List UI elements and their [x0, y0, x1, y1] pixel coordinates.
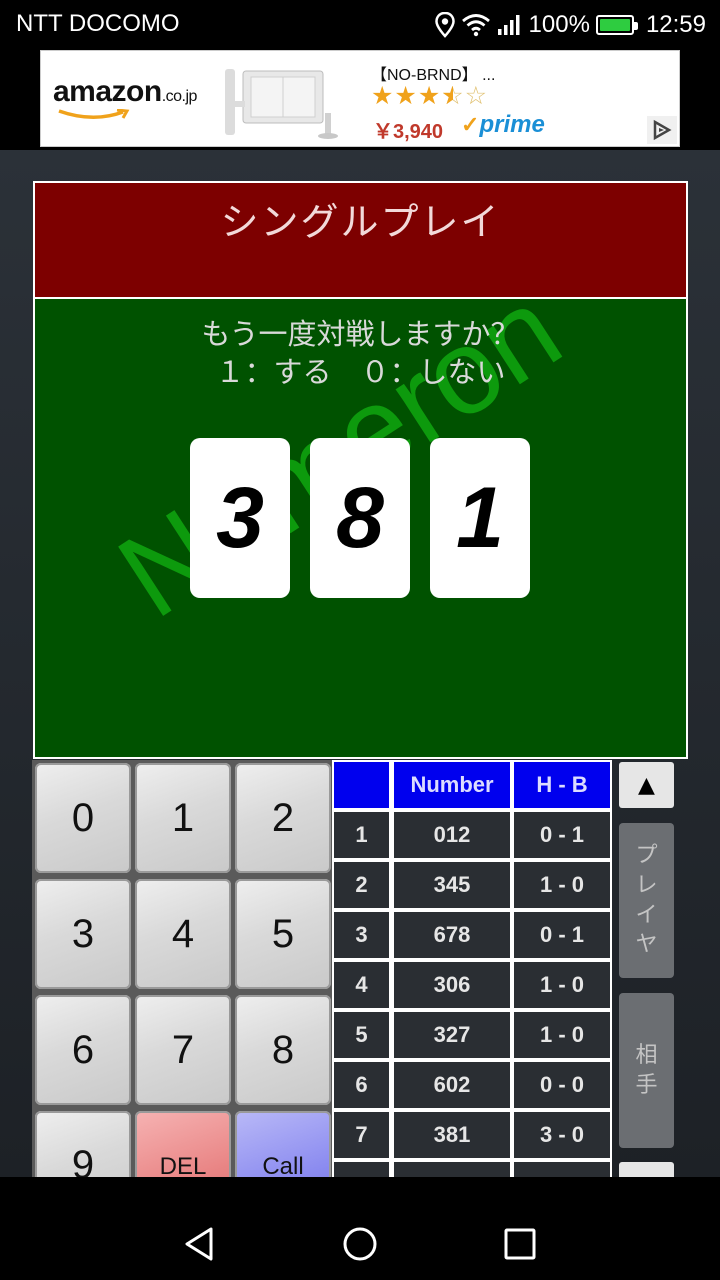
number-card-1: 3	[190, 438, 290, 598]
retry-options: １：する ０：しない	[215, 355, 506, 389]
key-9[interactable]: 9	[35, 1111, 131, 1177]
key-8[interactable]: 8	[235, 995, 331, 1105]
battery-percent: 100%	[528, 11, 590, 38]
amazon-logo: amazon.co.jp	[53, 75, 197, 108]
location-icon	[434, 12, 455, 38]
row-index: 7	[334, 1112, 389, 1158]
navigation-bar	[0, 1208, 720, 1280]
number-card-2: 8	[310, 438, 410, 598]
ad-price: ￥3,940	[373, 121, 444, 143]
row-index: 3	[334, 912, 389, 958]
retry-prompt: もう一度対戦しますか？	[201, 317, 520, 351]
row-index: 6	[334, 1062, 389, 1108]
home-icon[interactable]	[340, 1226, 380, 1262]
adchoices-icon[interactable]	[647, 116, 677, 144]
row-partial	[334, 1162, 389, 1177]
key-5[interactable]: 5	[235, 879, 331, 989]
call-button[interactable]: Call	[235, 1111, 331, 1177]
player-tab[interactable]: プ レ イ ヤ	[619, 823, 674, 978]
row-index: 2	[334, 862, 389, 908]
screen: NTT DOCOMO 100% 12:59 amazon.co.jp 【NO-B…	[0, 0, 720, 1280]
row-hit-blow: 0 - 0	[514, 1062, 610, 1108]
row-hit-blow: 1 - 0	[514, 1012, 610, 1058]
product-image	[225, 69, 338, 139]
row-hit-blow: 0 - 1	[514, 812, 610, 858]
player-tab-char: ヤ	[635, 932, 658, 958]
number-card-3: 1	[430, 438, 530, 598]
scroll-up-button[interactable]: ▲	[619, 762, 674, 808]
row-hit-blow: 0 - 1	[514, 912, 610, 958]
row-hit-blow: 1 - 0	[514, 862, 610, 908]
status-icons: 100% 12:59	[434, 9, 706, 41]
status-bar: NTT DOCOMO 100% 12:59	[0, 0, 720, 50]
row-number: 306	[394, 962, 510, 1008]
row-partial	[514, 1162, 610, 1177]
key-1[interactable]: 1	[135, 763, 231, 873]
table-header-index	[334, 762, 389, 808]
recents-icon[interactable]	[500, 1226, 540, 1262]
ad-banner[interactable]: amazon.co.jp 【NO-BRND】 ... ★★★☆★☆ ￥3,940…	[40, 50, 680, 147]
key-7[interactable]: 7	[135, 995, 231, 1105]
row-number: 345	[394, 862, 510, 908]
key-6[interactable]: 6	[35, 995, 131, 1105]
row-hit-blow: 3 - 0	[514, 1112, 610, 1158]
mode-title-panel: シングルプレイ	[33, 181, 688, 299]
scroll-down-button[interactable]	[619, 1162, 674, 1177]
player-tab-char: レ	[635, 872, 658, 898]
row-index: 5	[334, 1012, 389, 1058]
rating-stars: ★★★☆★☆	[371, 81, 489, 110]
carrier-name: NTT DOCOMO	[16, 10, 180, 37]
row-number: 327	[394, 1012, 510, 1058]
opponent-tab-char: 相	[635, 1042, 658, 1068]
side-controls: ▲ プ レ イ ヤ 相 手	[619, 762, 675, 1177]
key-2[interactable]: 2	[235, 763, 331, 873]
table-header-number: Number	[394, 762, 510, 808]
mode-title: シングルプレイ	[220, 200, 501, 244]
ad-container: amazon.co.jp 【NO-BRND】 ... ★★★☆★☆ ￥3,940…	[0, 50, 720, 150]
game-board: Numeron もう一度対戦しますか？ １：する ０：しない 3 8 1	[33, 299, 688, 759]
prime-badge: ✓prime	[461, 111, 545, 138]
key-4[interactable]: 4	[135, 879, 231, 989]
table-header-hb: H - B	[514, 762, 610, 808]
row-partial	[394, 1162, 510, 1177]
opponent-tab-char: 手	[635, 1072, 658, 1098]
row-hit-blow: 1 - 0	[514, 962, 610, 1008]
player-tab-char: プ	[635, 843, 658, 869]
clock: 12:59	[645, 11, 706, 38]
number-cards: 3 8 1	[190, 438, 530, 598]
player-tab-char: イ	[635, 902, 658, 928]
row-number: 602	[394, 1062, 510, 1108]
number-keypad: 0 1 2 3 4 5 6 7 8 9 DEL Call	[32, 760, 332, 1177]
row-index: 4	[334, 962, 389, 1008]
row-number: 678	[394, 912, 510, 958]
wifi-icon	[461, 14, 490, 37]
back-icon[interactable]	[180, 1226, 220, 1262]
opponent-tab[interactable]: 相 手	[619, 993, 674, 1148]
guess-history-table: Number H - B 1 012 0 - 1 2 345 1 - 0 3 6…	[332, 760, 612, 1177]
row-number: 012	[394, 812, 510, 858]
delete-button[interactable]: DEL	[135, 1111, 231, 1177]
row-index: 1	[334, 812, 389, 858]
battery-icon	[595, 15, 638, 35]
row-number: 381	[394, 1112, 510, 1158]
key-0[interactable]: 0	[35, 763, 131, 873]
amazon-smile-icon	[58, 109, 130, 119]
game-screen: シングルプレイ Numeron もう一度対戦しますか？ １：する ０：しない 3…	[0, 150, 720, 1177]
signal-icon	[497, 15, 520, 35]
key-3[interactable]: 3	[35, 879, 131, 989]
